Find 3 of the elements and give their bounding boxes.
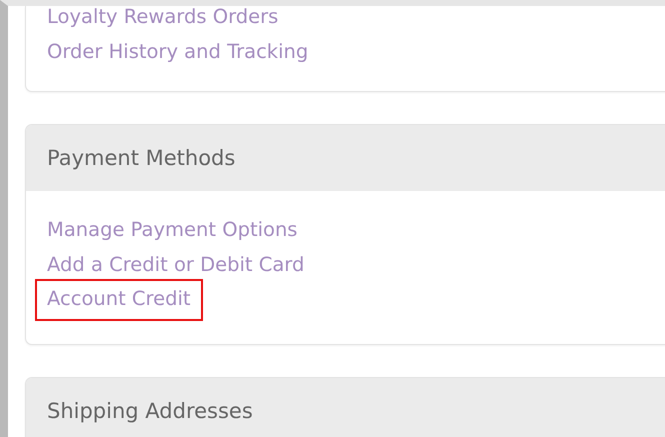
- section-header: Payment Methods: [26, 125, 665, 191]
- highlighted-link[interactable]: Account Credit: [35, 279, 203, 320]
- section-header: Shipping Addresses: [26, 378, 665, 437]
